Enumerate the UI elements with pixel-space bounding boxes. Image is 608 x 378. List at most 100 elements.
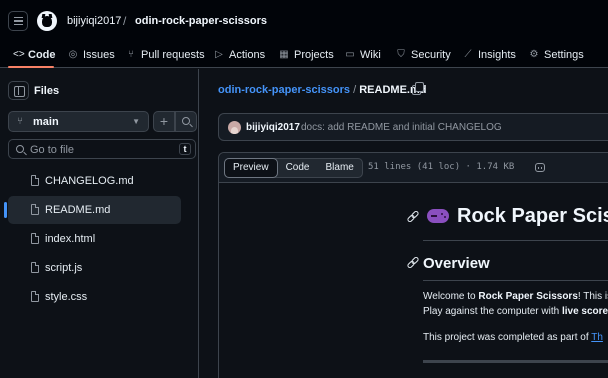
branch-selector-button[interactable]: ⑂ main ▼	[8, 111, 149, 132]
plus-icon: +	[159, 113, 169, 129]
heading-divider	[423, 240, 608, 241]
horizontal-rule	[423, 360, 608, 363]
file-meta: 51 lines (41 loc) · 1.74 KB	[368, 162, 515, 172]
gamepad-emoji-icon	[427, 209, 449, 223]
go-to-file-placeholder: Go to file	[30, 144, 75, 156]
tab-label: Wiki	[360, 49, 381, 61]
tab-pull-requests[interactable]: ⑂ Pull requests	[126, 47, 205, 63]
tab-insights[interactable]: ⟋ Insights	[463, 47, 516, 63]
gear-icon: ⚙	[529, 49, 539, 60]
sidebar-title: Files	[34, 85, 60, 97]
view-mode-segmented-control: Preview Code Blame	[224, 158, 363, 178]
breadcrumb-owner[interactable]: bijiyiqi2017	[67, 15, 121, 27]
tab-label: Actions	[229, 49, 266, 61]
tab-settings[interactable]: ⚙ Settings	[529, 47, 584, 63]
selected-tab-indicator	[8, 66, 54, 68]
file-name: README.md	[45, 204, 111, 216]
tab-wiki[interactable]: ▭ Wiki	[345, 47, 381, 63]
breadcrumb-repo[interactable]: odin-rock-paper-scissors	[135, 15, 267, 27]
file-tree-item[interactable]: CHANGELOG.md	[8, 167, 181, 195]
avatar[interactable]	[228, 121, 241, 134]
anchor-link-icon[interactable]	[407, 211, 417, 221]
anchor-link-icon[interactable]	[407, 257, 417, 267]
overview-heading: Overview	[423, 255, 490, 272]
file-name: style.css	[45, 291, 88, 303]
path-separator: /	[353, 84, 357, 96]
commit-author[interactable]: bijiyiqi2017	[246, 122, 300, 133]
commit-message[interactable]: docs: add README and initial CHANGELOG	[301, 122, 502, 133]
copy-icon[interactable]	[412, 82, 424, 95]
tab-label: Pull requests	[141, 49, 205, 61]
readme-link[interactable]: Th	[591, 332, 603, 343]
bold-text: Rock Paper Scissors	[478, 291, 578, 302]
tab-label: Settings	[544, 49, 584, 61]
file-tree-item[interactable]: index.html	[8, 225, 181, 253]
tab-code[interactable]: <> Code	[13, 47, 56, 63]
top-header: bijiyiqi2017 / odin-rock-paper-scissors	[0, 0, 608, 42]
keyboard-shortcut-badge: t	[179, 143, 191, 155]
file-name: index.html	[45, 233, 96, 245]
blame-button[interactable]: Blame	[317, 159, 361, 177]
search-icon	[16, 145, 24, 153]
path-repo-link[interactable]: odin-rock-paper-scissors	[218, 84, 350, 96]
preview-button[interactable]: Preview	[224, 158, 278, 178]
file-icon	[31, 204, 39, 215]
pull-request-icon: ⑂	[128, 49, 134, 60]
search-button[interactable]	[175, 111, 197, 132]
tab-label: Security	[411, 49, 451, 61]
copilot-icon[interactable]	[535, 163, 545, 172]
branch-icon: ⑂	[17, 116, 23, 127]
tab-label: Code	[28, 49, 56, 61]
github-logo-icon[interactable]	[37, 11, 57, 31]
branch-name: main	[33, 116, 59, 128]
tab-label: Insights	[478, 49, 516, 61]
file-tree-item[interactable]: style.css	[8, 283, 181, 311]
file-icon	[31, 175, 39, 186]
text: This project was completed as part of	[423, 332, 592, 343]
readme-heading-text: Rock Paper Sciss	[457, 205, 608, 227]
play-icon: ▷	[215, 49, 223, 60]
repo-tabs: <> Code ◎ Issues ⑂ Pull requests ▷ Actio…	[0, 42, 608, 68]
readme-paragraph: Play against the computer with live scor…	[423, 306, 608, 317]
latest-commit-box: bijiyiqi2017 docs: add README and initia…	[218, 113, 608, 141]
tab-actions[interactable]: ▷ Actions	[214, 47, 265, 63]
add-file-button[interactable]: +	[153, 111, 175, 132]
graph-icon: ⟋	[464, 49, 472, 60]
text: Play against the computer with	[423, 306, 562, 317]
file-name: CHANGELOG.md	[45, 175, 134, 187]
breadcrumb-separator: /	[123, 14, 127, 28]
go-to-file-input[interactable]: Go to file t	[8, 139, 196, 159]
menu-icon[interactable]	[8, 11, 28, 31]
code-icon: <>	[13, 49, 25, 60]
search-icon	[182, 117, 190, 125]
file-tree-item[interactable]: script.js	[8, 254, 181, 282]
readme-paragraph: Welcome to Rock Paper Scissors! This is	[423, 291, 608, 302]
tab-issues[interactable]: ◎ Issues	[68, 47, 115, 63]
file-path-breadcrumb: odin-rock-paper-scissors / README.md	[218, 84, 426, 96]
file-viewer-toolbar: Preview Code Blame 51 lines (41 loc) · 1…	[219, 153, 608, 183]
tab-projects[interactable]: ▦ Projects	[279, 47, 334, 63]
active-file-indicator	[4, 202, 7, 218]
chevron-down-icon: ▼	[132, 117, 140, 126]
issue-icon: ◎	[68, 49, 78, 60]
tab-label: Projects	[294, 49, 334, 61]
file-tree-item-active[interactable]: README.md	[4, 196, 181, 224]
book-icon: ▭	[345, 49, 355, 60]
file-name: script.js	[45, 262, 83, 274]
bold-text: live score	[561, 306, 608, 317]
readme-heading: Rock Paper Sciss	[427, 205, 608, 228]
file-icon	[31, 233, 39, 244]
tab-label: Issues	[83, 49, 115, 61]
sidebar-collapse-icon[interactable]	[8, 81, 29, 100]
heading-divider	[423, 280, 608, 281]
text: ! This is	[577, 291, 608, 302]
tab-security[interactable]: ⛉ Security	[396, 47, 451, 63]
text: Welcome to	[423, 291, 479, 302]
file-icon	[31, 262, 39, 273]
file-icon	[31, 291, 39, 302]
code-button[interactable]: Code	[278, 159, 318, 177]
readme-paragraph: This project was completed as part of Th	[423, 332, 603, 343]
shield-icon: ⛉	[397, 49, 405, 60]
table-icon: ▦	[279, 49, 289, 60]
file-tree-sidebar: Files ⑂ main ▼ + Go to file t CHANGELOG.…	[0, 69, 199, 378]
